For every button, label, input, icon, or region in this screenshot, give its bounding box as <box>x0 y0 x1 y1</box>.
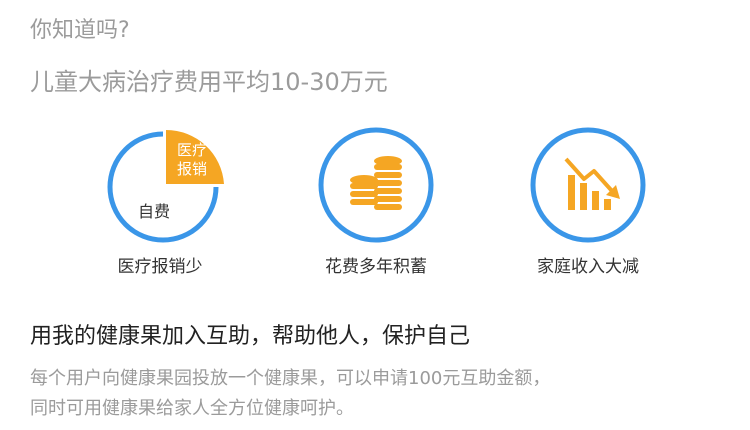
coin-stack-icon <box>318 127 434 243</box>
intro-question: 你知道吗? <box>30 18 130 43</box>
promo-description-line-2: 同时可用健康果给家人全方位健康呵护。 <box>30 398 354 419</box>
pie-label-reimburse-2: 报销 <box>177 160 207 178</box>
declining-chart-icon <box>530 127 646 243</box>
pie-label-self-pay: 自费 <box>138 202 170 221</box>
promo-description-line-1: 每个用户向健康果园投放一个健康果，可以申请100元互助金额， <box>30 368 551 389</box>
feature-label-income: 家庭收入大减 <box>537 257 639 277</box>
feature-label-savings: 花费多年积蓄 <box>325 257 427 277</box>
feature-label-medical: 医疗报销少 <box>117 257 203 277</box>
promo-description: 每个用户向健康果园投放一个健康果，可以申请100元互助金额， 同时可用健康果给家… <box>30 364 550 424</box>
pie-chart-icon: 医疗 报销 自费 <box>107 129 224 243</box>
intro-fact: 儿童大病治疗费用平均10-30万元 <box>30 68 388 96</box>
pie-label-reimburse-1: 医疗 <box>177 141 207 159</box>
promo-headline: 用我的健康果加入互助，帮助他人，保护自己 <box>30 324 471 349</box>
